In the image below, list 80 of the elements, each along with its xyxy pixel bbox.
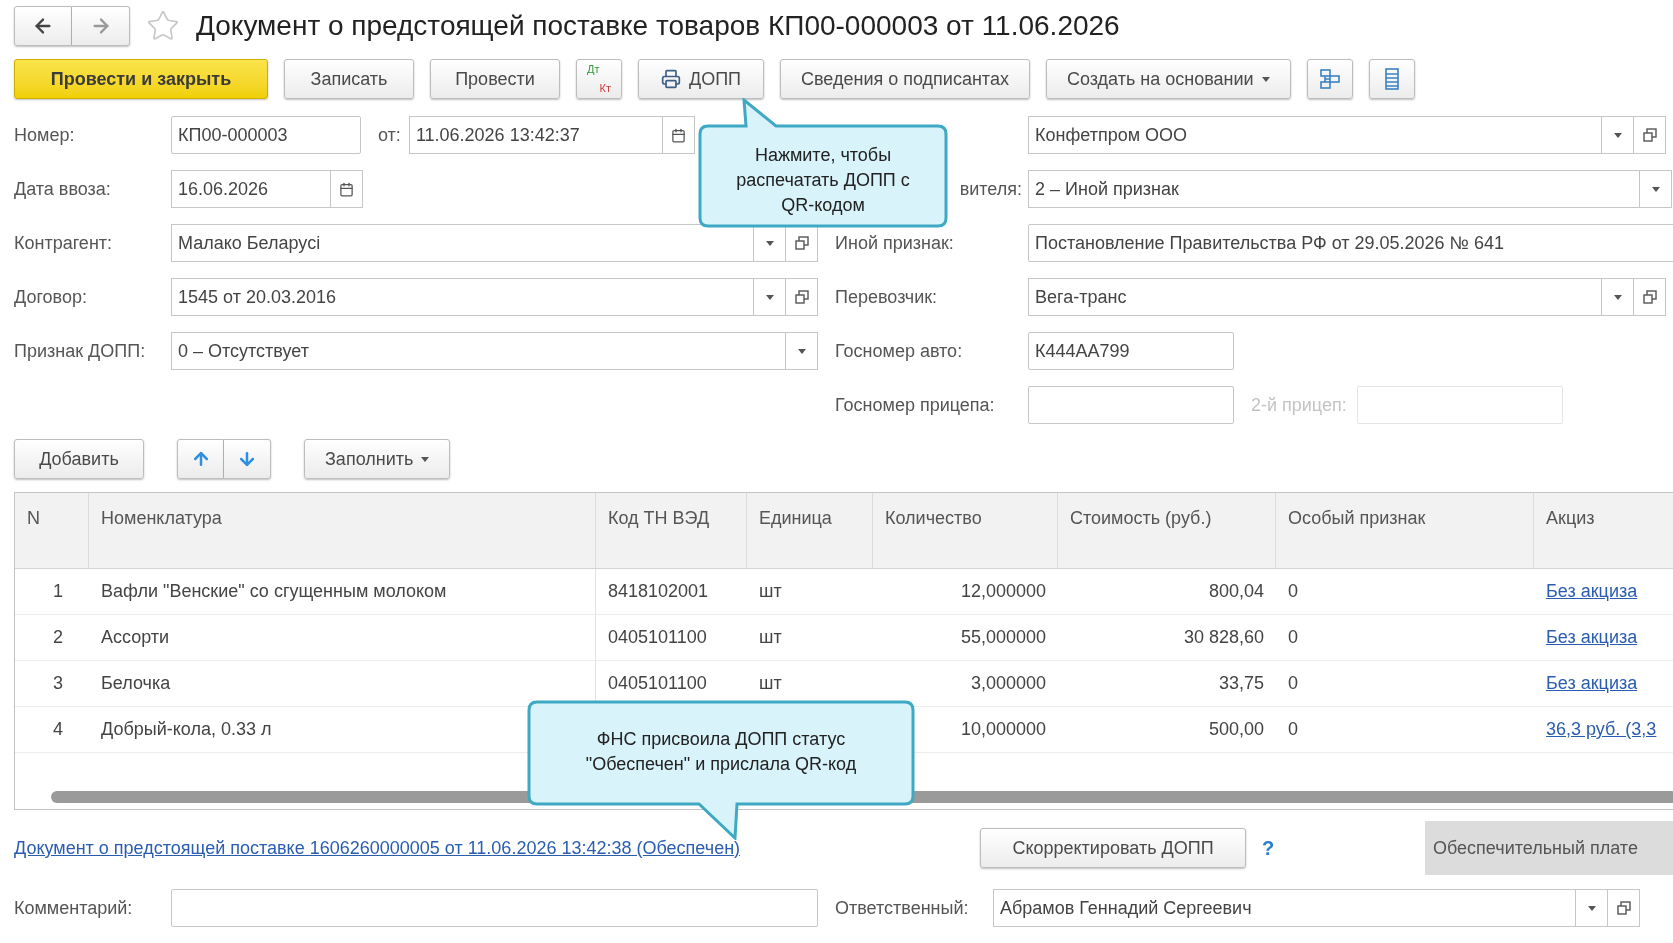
table-cell-text: 12,000000 — [960, 580, 1046, 603]
table-cell-text: Добрый-кола, 0.33 л — [101, 718, 272, 741]
field-label: Номер: — [14, 123, 76, 147]
excise-link[interactable]: Без акциза — [1546, 578, 1638, 605]
window-title: Документ о предстоящей поставке товаров КП00-000003 от 11.06.2026 — [196, 9, 1120, 43]
dropdown-field[interactable]: Малако Беларусi — [171, 224, 754, 262]
payment-button[interactable]: Обеспечительный плате — [1425, 821, 1673, 875]
table-cell-text: 30 828,60 — [1183, 626, 1264, 649]
column-header[interactable]: Особый признак — [1276, 493, 1534, 568]
column-header[interactable]: Количество — [873, 493, 1058, 568]
column-header[interactable]: Стоимость (руб.) — [1058, 493, 1276, 568]
table-cell-text: 8418102001 — [608, 580, 709, 603]
field-label: Иной признак: — [835, 231, 954, 255]
table-cell-text: 0405101100 — [608, 672, 707, 695]
table-cell-text: 10,000000 — [960, 718, 1046, 741]
column-header[interactable]: N — [15, 493, 89, 568]
dropdown-field[interactable]: 1545 от 20.03.2016 — [171, 278, 754, 316]
callout-text: ФНС присвоила ДОПП статус "Обеспечен" и прислала QR-код — [584, 728, 858, 776]
field-label: вителя: — [959, 177, 1022, 201]
table-cell-text: 500,00 — [1208, 718, 1264, 741]
dropdown-field[interactable]: Абрамов Геннадий Сергеевич — [993, 889, 1576, 927]
menu-button[interactable]: Создать на основании — [1045, 59, 1291, 99]
table-cell-text: Белочка — [101, 672, 171, 695]
excise-link[interactable]: Без акциза — [1546, 670, 1638, 697]
date-field[interactable]: 11.06.2026 13:42:37 — [408, 116, 663, 154]
table-cell-text: 0 — [1288, 580, 1298, 603]
field-label: 2-й прицеп: — [1251, 393, 1347, 417]
table-cell-text: 0 — [1288, 718, 1298, 741]
table-cell-text: 4 — [53, 718, 64, 741]
table-cell-text: шт — [759, 672, 782, 695]
field-label: от: — [378, 123, 401, 147]
table-cell-text: 1 — [53, 580, 64, 603]
table-cell-text: шт — [759, 626, 782, 649]
excise-link[interactable]: 36,3 руб. (3,3 — [1546, 716, 1657, 743]
table-cell-text: 3 — [53, 672, 64, 695]
table-cell-text: шт — [759, 580, 782, 603]
toolbar-button[interactable]: Добавить — [14, 439, 144, 479]
excise-link[interactable]: Без акциза — [1546, 624, 1638, 651]
field-label: Признак ДОПП: — [14, 339, 147, 363]
column-header[interactable]: Код ТН ВЭД — [596, 493, 747, 568]
column-header[interactable]: Акциз — [1534, 493, 1673, 568]
text-field[interactable]: К444АА799 — [1028, 332, 1234, 370]
postings-button[interactable]: Дт Кт — [576, 59, 622, 99]
date-field[interactable]: 16.06.2026 — [171, 170, 331, 208]
document-link[interactable]: Документ о предстоящей поставке 1606260000005 от 11.06.2026 13:42:38 (Обеспечен) — [14, 834, 980, 862]
table-cell-text: 0 — [1288, 626, 1298, 649]
dropdown-field[interactable]: 2 – Иной признак — [1028, 170, 1640, 208]
field-label: Перевозчик: — [835, 285, 938, 309]
dropdown-field[interactable]: 0 – Отсутствует — [171, 332, 786, 370]
table-cell-text: 2 — [53, 626, 64, 649]
toolbar-button[interactable]: Записать — [284, 59, 414, 99]
field-label: Дата ввоза: — [14, 177, 112, 201]
field-label: Контрагент: — [14, 231, 114, 255]
field-label: Комментарий: — [14, 896, 134, 920]
table-cell-text: Ассорти — [101, 626, 170, 649]
field-label: Ответственный: — [835, 896, 970, 920]
correct-button[interactable]: Скорректировать ДОПП — [980, 828, 1246, 868]
table-cell-text: Вафли "Венские" со сгущенным молоком — [101, 580, 447, 603]
help-link[interactable]: ? — [1262, 833, 1275, 863]
field-label: Госномер прицепа: — [835, 393, 995, 417]
menu-button[interactable]: Заполнить — [304, 439, 451, 479]
callout-text: Нажмите, чтобы распечатать ДОПП с QR-кодом — [735, 143, 911, 217]
table-cell-text: 0405101100 — [608, 626, 707, 649]
text-field[interactable]: КП00-000003 — [171, 116, 361, 154]
field-label: Договор: — [14, 285, 88, 309]
table-cell-text: 3,000000 — [970, 672, 1046, 695]
dropdown-field[interactable]: Конфетпром ООО — [1028, 116, 1602, 154]
field-label: Госномер авто: — [835, 339, 963, 363]
table-cell-text: 0 — [1288, 672, 1298, 695]
column-header[interactable]: Единица — [747, 493, 873, 568]
toolbar-button[interactable]: Сведения о подписантах — [780, 59, 1030, 99]
table-cell-text: 800,04 — [1208, 580, 1264, 603]
print-button[interactable]: ДОПП — [638, 59, 764, 99]
table-cell-text: 33,75 — [1218, 672, 1264, 695]
column-header[interactable]: Номенклатура — [89, 493, 596, 568]
toolbar-button[interactable]: Провести — [430, 59, 560, 99]
table-cell-text: 55,000000 — [960, 626, 1046, 649]
text-field[interactable]: Постановление Правительства РФ от 29.05.2026 № 641 — [1028, 224, 1673, 262]
post-and-close-button[interactable]: Провести и закрыть — [14, 59, 268, 99]
dropdown-field[interactable]: Вега-транс — [1028, 278, 1602, 316]
